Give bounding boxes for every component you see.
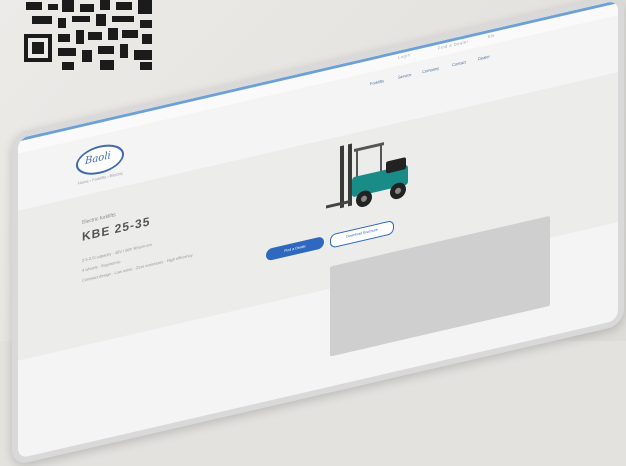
- nav-item[interactable]: Forklifts: [370, 78, 384, 86]
- topbar-link[interactable]: Login: [398, 52, 410, 60]
- topbar-link[interactable]: Find a Dealer: [438, 39, 469, 51]
- laptop-screen: Login Find a Dealer EN Baoli Home › Fork…: [12, 0, 626, 466]
- nav-item[interactable]: Company: [422, 65, 439, 74]
- nav-item[interactable]: Contact: [452, 59, 466, 67]
- webpage: Login Find a Dealer EN Baoli Home › Fork…: [12, 0, 624, 466]
- logo-text: Baoli: [85, 150, 111, 168]
- topbar-link[interactable]: EN: [488, 33, 495, 40]
- nav-item[interactable]: Service: [398, 72, 411, 80]
- nav-item[interactable]: Dealer: [478, 54, 490, 62]
